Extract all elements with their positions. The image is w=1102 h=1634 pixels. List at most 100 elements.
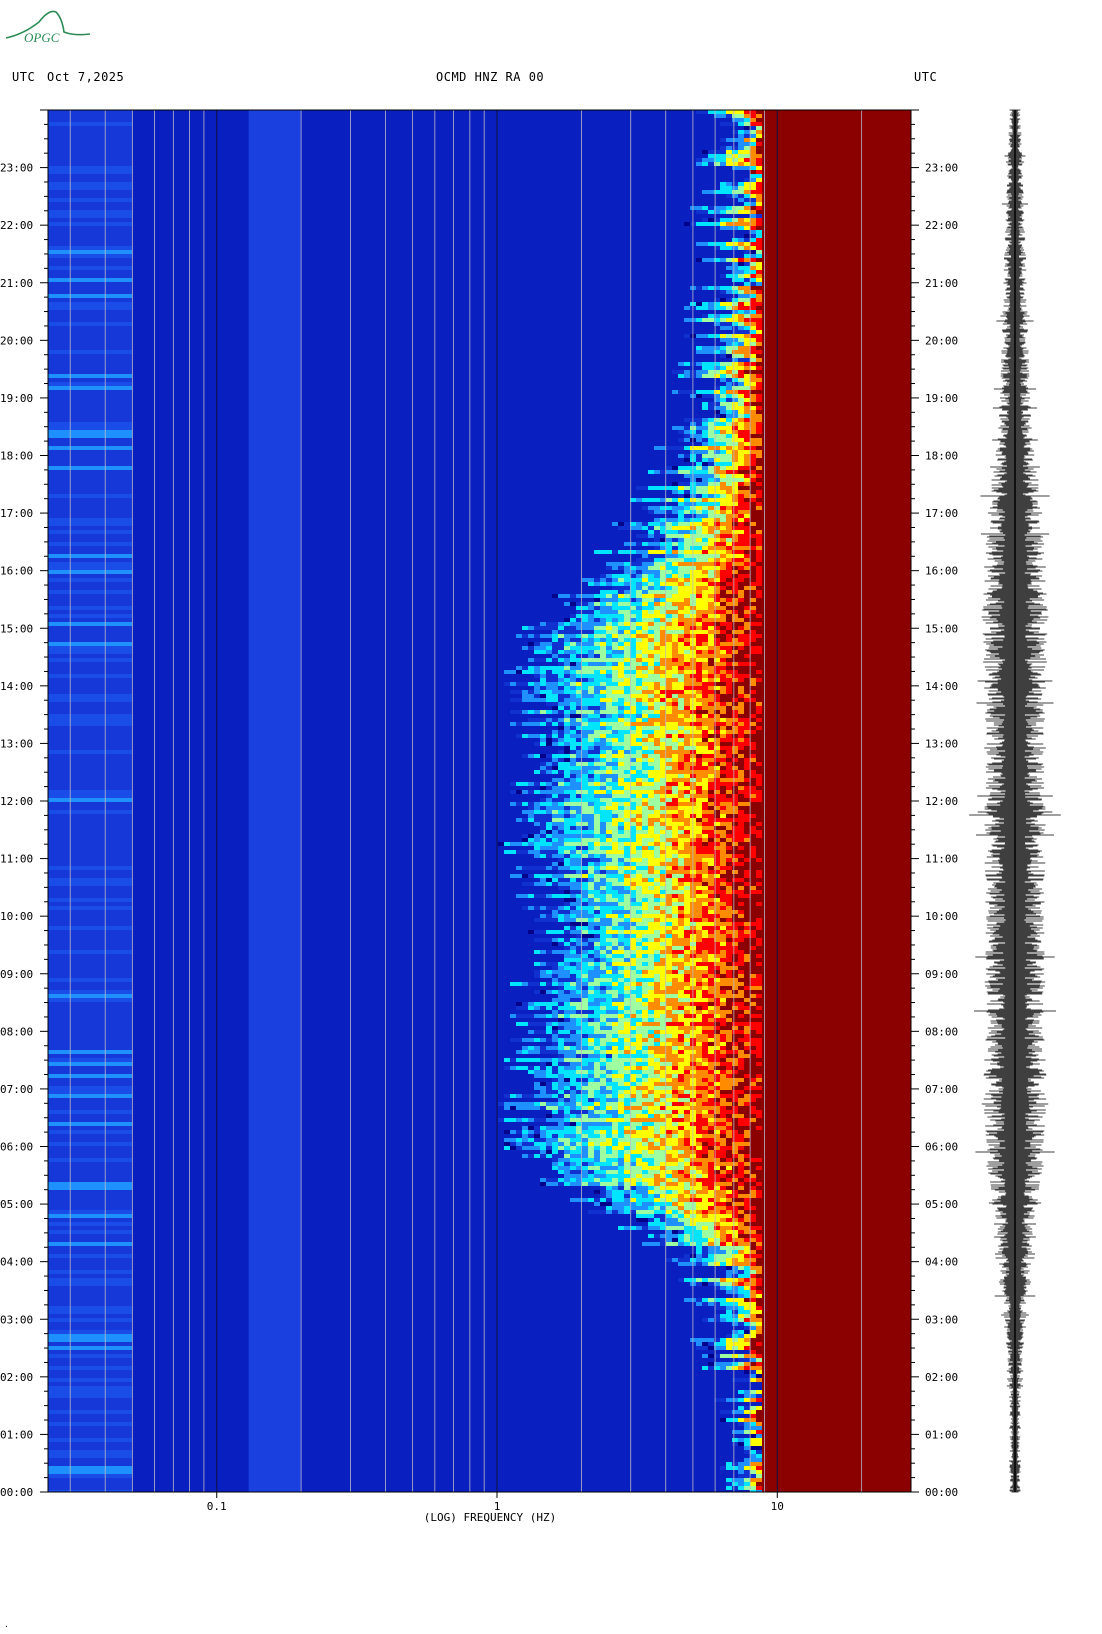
spectrogram-cell xyxy=(708,578,714,582)
spectrogram-cell xyxy=(738,598,744,602)
spectrogram-cell xyxy=(780,214,786,218)
spectrogram-cell xyxy=(726,546,732,550)
spectrogram-cell xyxy=(858,286,864,290)
spectrogram-cell xyxy=(732,526,738,530)
spectrogram-cell xyxy=(636,486,642,490)
spectrogram-cell xyxy=(846,170,852,174)
spectrogram-cell xyxy=(612,606,618,610)
spectrogram-cell xyxy=(852,174,858,178)
spectrogram-cell xyxy=(732,598,738,602)
spectrogram-cell xyxy=(750,538,756,542)
spectrogram-cell xyxy=(882,602,888,606)
spectrogram-cell xyxy=(822,570,828,574)
spectrogram-cell xyxy=(732,258,738,262)
spectrogram-cell xyxy=(828,270,834,274)
spectrogram-cell xyxy=(888,366,894,370)
spectrogram-cell xyxy=(744,394,750,398)
spectrogram-cell xyxy=(852,258,858,262)
spectrogram-row xyxy=(594,550,911,554)
spectrogram-cell xyxy=(702,522,708,526)
spectrogram-cell xyxy=(882,390,888,394)
spectrogram-cell xyxy=(768,478,774,482)
spectrogram-cell xyxy=(768,482,774,486)
spectrogram-cell xyxy=(732,590,738,594)
spectrogram-cell xyxy=(756,338,762,342)
spectrogram-cell xyxy=(828,410,834,414)
spectrogram-cell xyxy=(666,594,672,598)
spectrogram-cell xyxy=(684,222,690,226)
spectrogram-cell xyxy=(876,306,882,310)
spectrogram-cell xyxy=(846,342,852,346)
spectrogram-cell xyxy=(834,374,840,378)
spectrogram-cell xyxy=(750,150,756,154)
spectrogram-cell xyxy=(858,558,864,562)
spectrogram-cell xyxy=(882,486,888,490)
spectrogram-cell xyxy=(864,430,870,434)
spectrogram-cell xyxy=(900,366,906,370)
spectrogram-cell xyxy=(840,506,846,510)
spectrogram-cell xyxy=(762,150,768,154)
spectrogram-cell xyxy=(678,518,684,522)
spectrogram-cell xyxy=(810,494,816,498)
spectrogram-cell xyxy=(864,246,870,250)
spectrogram-cell xyxy=(828,158,834,162)
spectrogram-cell xyxy=(840,590,846,594)
spectrogram-cell xyxy=(726,378,732,382)
spectrogram-cell xyxy=(756,510,762,514)
spectrogram-cell xyxy=(822,426,828,430)
spectrogram-cell xyxy=(822,370,828,374)
spectrogram-cell xyxy=(744,198,750,202)
spectrogram-cell xyxy=(654,610,660,614)
spectrogram-cell xyxy=(894,306,900,310)
spectrogram-cell xyxy=(654,570,660,574)
spectrogram-cell xyxy=(762,302,768,306)
spectrogram-cell xyxy=(894,302,900,306)
spectrogram-cell xyxy=(738,450,744,454)
spectrogram-cell xyxy=(786,430,792,434)
spectrogram-cell xyxy=(726,290,732,294)
spectrogram-cell xyxy=(678,466,684,470)
spectrogram-cell xyxy=(738,398,744,402)
spectrogram-cell xyxy=(768,274,774,278)
spectrogram-figure: 00:00 00:0001:00 01:0002:00 02:0003:00 03:00… xyxy=(0,109,1061,1524)
spectrogram-cell xyxy=(822,330,828,334)
spectrogram-cell xyxy=(744,618,750,622)
spectrogram-cell xyxy=(726,574,732,578)
spectrogram-cell xyxy=(834,218,840,222)
spectrogram-cell xyxy=(864,202,870,206)
spectrogram-cell xyxy=(816,198,822,202)
spectrogram-cell xyxy=(750,582,756,586)
spectrogram-cell xyxy=(786,398,792,402)
spectrogram-cell xyxy=(852,278,858,282)
spectrogram-cell xyxy=(876,182,882,186)
spectrogram-cell xyxy=(804,142,810,146)
spectrogram-cell xyxy=(840,442,846,446)
spectrogram-cell xyxy=(642,506,648,510)
spectrogram-cell xyxy=(852,410,858,414)
spectrogram-cell xyxy=(876,470,882,474)
spectrogram-cell xyxy=(894,450,900,454)
spectrogram-cell xyxy=(738,418,744,422)
spectrogram-cell xyxy=(702,334,708,338)
spectrogram-cell xyxy=(858,338,864,342)
spectrogram-cell xyxy=(738,522,744,526)
spectrogram-cell xyxy=(852,530,858,534)
spectrogram-cell xyxy=(810,562,816,566)
spectrogram-cell xyxy=(798,418,804,422)
spectrogram-cell xyxy=(642,570,648,574)
spectrogram-cell xyxy=(810,202,816,206)
spectrogram-cell xyxy=(762,614,768,618)
spectrogram-cell xyxy=(600,582,606,586)
spectrogram-cell xyxy=(876,202,882,206)
spectrogram-cell xyxy=(798,186,804,190)
spectrogram-cell xyxy=(768,394,774,398)
spectrogram-cell xyxy=(858,370,864,374)
spectrogram-cell xyxy=(798,394,804,398)
spectrogram-cell xyxy=(726,534,732,538)
spectrogram-cell xyxy=(762,462,768,466)
spectrogram-cell xyxy=(810,566,816,570)
spectrogram-cell xyxy=(768,514,774,518)
spectrogram-cell xyxy=(684,566,690,570)
spectrogram-cell xyxy=(786,138,792,142)
spectrogram-cell xyxy=(876,506,882,510)
